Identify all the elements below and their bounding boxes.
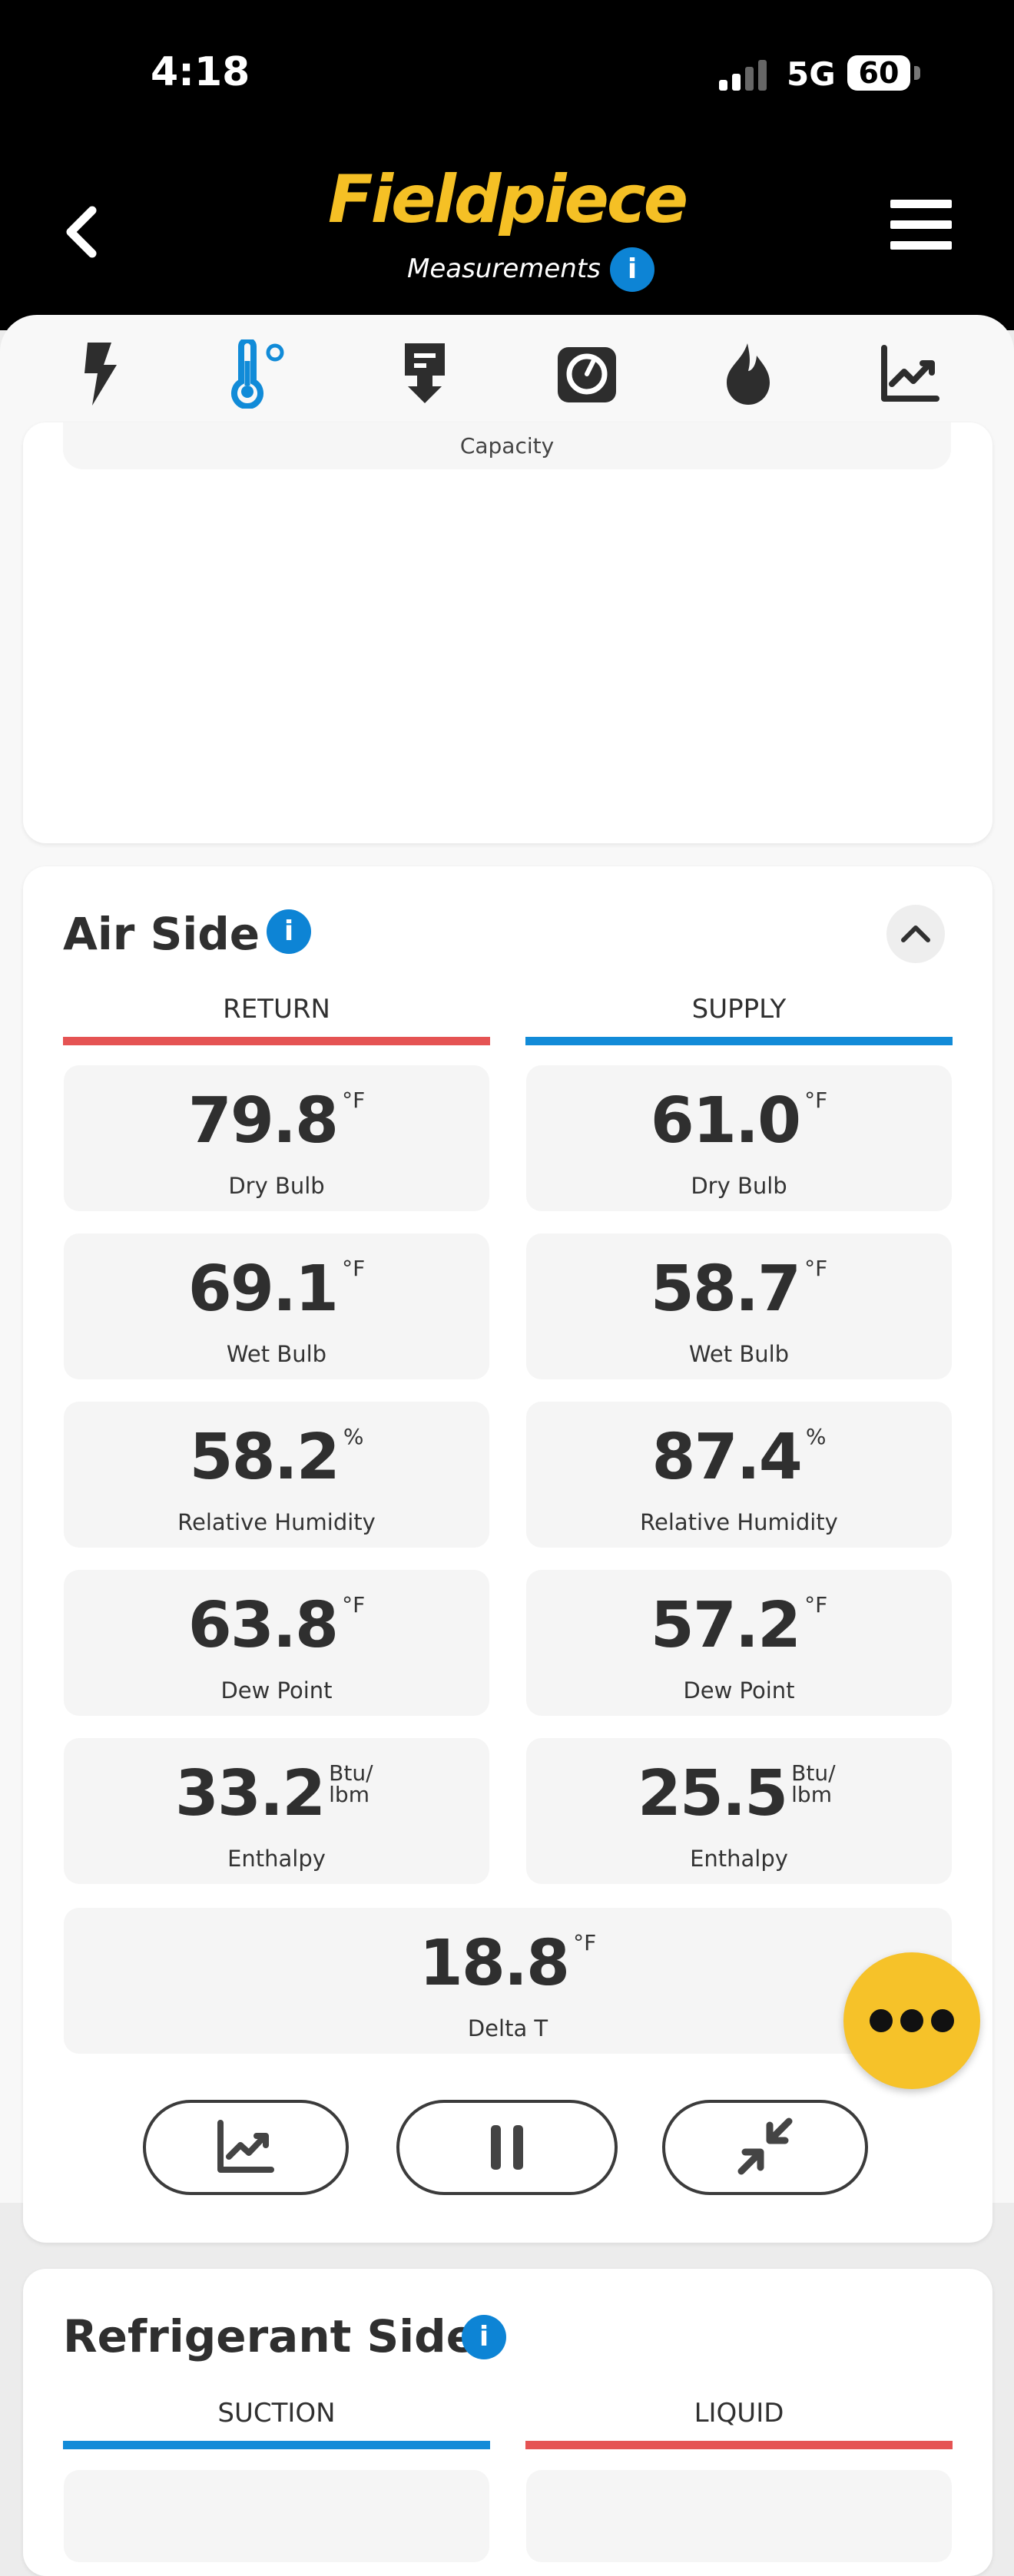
capacity-label[interactable]: Capacity bbox=[63, 422, 951, 469]
more-options-button[interactable] bbox=[843, 1952, 980, 2089]
measurement-unit: °F bbox=[342, 1088, 366, 1113]
supply-dew-point-tile[interactable]: 57.2 °F Dew Point bbox=[526, 1570, 952, 1716]
tab-temperature[interactable] bbox=[220, 339, 290, 409]
measurement-unit: °F bbox=[804, 1256, 828, 1281]
trend-chart-icon bbox=[881, 345, 939, 402]
pause-icon bbox=[491, 2125, 523, 2170]
refrigerant-side-card: Refrigerant Side i SUCTION LIQUID bbox=[23, 2269, 992, 2576]
air-side-title: Air Side bbox=[63, 908, 260, 960]
measurement-unit: °F bbox=[342, 1256, 366, 1281]
more-dot bbox=[931, 2009, 954, 2032]
gauge-icon bbox=[558, 347, 616, 402]
refrigerant-side-info-icon[interactable]: i bbox=[462, 2315, 506, 2359]
measurement-value: 25.5 bbox=[637, 1757, 788, 1830]
lightning-icon bbox=[84, 343, 117, 406]
measurement-value: 87.4 bbox=[651, 1421, 803, 1494]
liquid-value-tile[interactable] bbox=[526, 2470, 952, 2562]
measurement-label: Dry Bulb bbox=[691, 1173, 787, 1199]
more-dot bbox=[900, 2009, 923, 2032]
return-wet-bulb-tile[interactable]: 69.1 °F Wet Bulb bbox=[64, 1233, 489, 1379]
measurement-unit: °F bbox=[573, 1930, 597, 1955]
back-icon[interactable] bbox=[55, 201, 117, 263]
measurement-unit: °F bbox=[804, 1592, 828, 1617]
page-subtitle: Measurements bbox=[407, 253, 601, 284]
measurement-unit: % bbox=[805, 1424, 827, 1449]
battery-icon: 60 bbox=[847, 55, 910, 91]
supply-dry-bulb-tile[interactable]: 61.0 °F Dry Bulb bbox=[526, 1065, 952, 1211]
status-time: 4:18 bbox=[151, 49, 250, 95]
measurement-label: Dew Point bbox=[220, 1677, 333, 1704]
content-sheet: Capacity Air Side i RETURN SUPPLY 79.8 °F… bbox=[0, 315, 1014, 2576]
suction-color-bar bbox=[63, 2441, 490, 2449]
measurement-label: Wet Bulb bbox=[226, 1341, 327, 1367]
measurement-label: Delta T bbox=[467, 2015, 548, 2041]
measurement-value: 63.8 bbox=[187, 1589, 339, 1662]
tab-gauges[interactable] bbox=[552, 339, 621, 409]
return-column-title: RETURN bbox=[223, 994, 330, 1025]
supply-column-title: SUPPLY bbox=[691, 994, 787, 1025]
measurement-label: Enthalpy bbox=[690, 1846, 788, 1872]
return-color-bar bbox=[63, 1037, 490, 1045]
graph-button[interactable] bbox=[143, 2100, 349, 2195]
suction-value-tile[interactable] bbox=[64, 2470, 489, 2562]
info-icon[interactable]: i bbox=[610, 247, 654, 292]
chevron-up-icon bbox=[901, 925, 930, 942]
measurement-label: Dew Point bbox=[683, 1677, 795, 1704]
supply-relative-humidity-tile[interactable]: 87.4% Relative Humidity bbox=[526, 1402, 952, 1548]
measurement-value: 58.7 bbox=[650, 1253, 801, 1326]
capacity-card: Capacity bbox=[23, 422, 992, 843]
minimize-button[interactable] bbox=[662, 2100, 868, 2195]
measurement-unit: °F bbox=[342, 1592, 366, 1617]
measurement-unit: Btu/ lbm bbox=[791, 1760, 836, 1807]
pause-button[interactable] bbox=[396, 2100, 618, 2195]
supply-color-bar bbox=[525, 1037, 953, 1045]
measurement-label: Dry Bulb bbox=[228, 1173, 325, 1199]
measurement-label: Relative Humidity bbox=[640, 1509, 838, 1535]
tab-trends[interactable] bbox=[876, 339, 945, 409]
app-header: 4:18 5G 60 Fieldpiece Measurements i bbox=[0, 0, 1014, 330]
return-dew-point-tile[interactable]: 63.8 °F Dew Point bbox=[64, 1570, 489, 1716]
measurement-value: 18.8 bbox=[419, 1927, 570, 2000]
chart-icon bbox=[217, 2120, 274, 2173]
tab-electrical[interactable] bbox=[68, 339, 137, 409]
measurement-value: 79.8 bbox=[187, 1084, 339, 1157]
delta-t-tile[interactable]: 18.8 °F Delta T bbox=[64, 1908, 952, 2054]
measurement-unit: °F bbox=[804, 1088, 828, 1113]
measurement-value: 69.1 bbox=[187, 1253, 339, 1326]
measurement-value: 61.0 bbox=[650, 1084, 801, 1157]
measurement-value: 57.2 bbox=[650, 1589, 801, 1662]
measurement-unit: Btu/ lbm bbox=[329, 1760, 373, 1807]
flame-icon bbox=[727, 343, 770, 405]
suction-column-title: SUCTION bbox=[217, 2398, 336, 2429]
measurement-value: 58.2 bbox=[189, 1421, 340, 1494]
return-relative-humidity-tile[interactable]: 58.2% Relative Humidity bbox=[64, 1402, 489, 1548]
measurement-label: Relative Humidity bbox=[177, 1509, 376, 1535]
supply-enthalpy-tile[interactable]: 25.5 Btu/ lbm Enthalpy bbox=[526, 1738, 952, 1884]
tab-combustion[interactable] bbox=[714, 339, 783, 409]
measurement-unit: % bbox=[343, 1424, 364, 1449]
supply-wet-bulb-tile[interactable]: 58.7 °F Wet Bulb bbox=[526, 1233, 952, 1379]
return-dry-bulb-tile[interactable]: 79.8 °F Dry Bulb bbox=[64, 1065, 489, 1211]
thermometer-icon bbox=[231, 339, 284, 409]
measurement-label: Wet Bulb bbox=[688, 1341, 790, 1367]
signal-icon bbox=[719, 58, 771, 91]
compress-arrows-icon bbox=[737, 2117, 793, 2175]
brand-logo: Fieldpiece bbox=[327, 161, 688, 238]
battery-cap bbox=[914, 66, 920, 80]
measurement-label: Enthalpy bbox=[227, 1846, 326, 1872]
tab-airflow[interactable] bbox=[390, 339, 459, 409]
air-side-info-icon[interactable]: i bbox=[267, 909, 311, 954]
collapse-button[interactable] bbox=[886, 905, 945, 963]
refrigerant-side-title: Refrigerant Side bbox=[63, 2310, 477, 2362]
liquid-column-title: LIQUID bbox=[694, 2398, 784, 2429]
download-tab-icon bbox=[405, 343, 445, 403]
measurement-tabs bbox=[0, 315, 1014, 426]
return-enthalpy-tile[interactable]: 33.2 Btu/ lbm Enthalpy bbox=[64, 1738, 489, 1884]
hamburger-menu-icon[interactable] bbox=[890, 200, 952, 255]
liquid-color-bar bbox=[525, 2441, 953, 2449]
more-dot bbox=[870, 2009, 893, 2032]
measurement-value: 33.2 bbox=[174, 1757, 326, 1830]
network-label: 5G bbox=[787, 55, 836, 93]
